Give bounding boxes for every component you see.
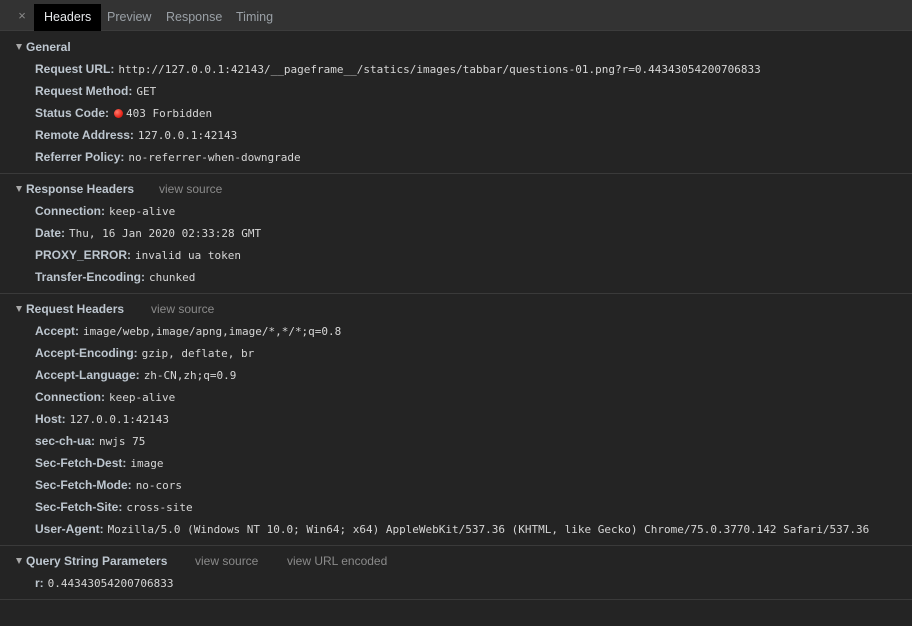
header-row: Connection: keep-alive	[0, 386, 912, 408]
header-value: Thu, 16 Jan 2020 02:33:28 GMT	[69, 227, 262, 240]
collapse-triangle-icon[interactable]	[16, 306, 22, 312]
header-row: Accept-Encoding: gzip, deflate, br	[0, 342, 912, 364]
query-params-header[interactable]: Query String Parameters view source view…	[0, 550, 912, 572]
section-title: General	[26, 40, 71, 54]
header-key: Request URL:	[35, 62, 115, 76]
header-value: GET	[136, 85, 157, 98]
header-value: invalid ua token	[135, 249, 241, 262]
header-key: Request Method:	[35, 84, 133, 98]
view-source-link[interactable]: view source	[159, 178, 222, 200]
collapse-triangle-icon[interactable]	[16, 44, 22, 50]
view-source-link[interactable]: view source	[151, 298, 214, 320]
section-title: Query String Parameters	[26, 554, 168, 568]
header-row: Sec-Fetch-Mode: no-cors	[0, 474, 912, 496]
headers-panel: General Request URL: http://127.0.0.1:421…	[0, 31, 912, 600]
header-row: PROXY_ERROR: invalid ua token	[0, 244, 912, 266]
request-headers-header[interactable]: Request Headers view source	[0, 298, 912, 320]
section-title: Response Headers	[26, 182, 135, 196]
header-key: Accept-Encoding:	[35, 346, 138, 360]
header-value: keep-alive	[109, 205, 176, 218]
header-row: Status Code: 403 Forbidden	[0, 102, 912, 124]
header-row: Connection: keep-alive	[0, 200, 912, 222]
header-key: Status Code:	[35, 106, 110, 120]
tab-preview[interactable]: Preview	[97, 4, 161, 31]
tab-headers[interactable]: Headers	[34, 4, 102, 31]
header-value: gzip, deflate, br	[141, 347, 255, 360]
header-value: keep-alive	[109, 391, 176, 404]
header-value: 127.0.0.1:42143	[69, 413, 170, 426]
header-value: 403 Forbidden	[126, 107, 213, 120]
view-url-encoded-link[interactable]: view URL encoded	[287, 550, 387, 572]
header-value: image/webp,image/apng,image/*,*/*;q=0.8	[83, 325, 342, 338]
header-row: sec-ch-ua: nwjs 75	[0, 430, 912, 452]
header-key: Transfer-Encoding:	[35, 270, 146, 284]
header-key: sec-ch-ua:	[35, 434, 96, 448]
header-key: User-Agent:	[35, 522, 104, 536]
header-row: Accept-Language: zh-CN,zh;q=0.9	[0, 364, 912, 386]
header-key: Referrer Policy:	[35, 150, 125, 164]
general-header[interactable]: General	[0, 36, 912, 58]
header-row: Request Method: GET	[0, 80, 912, 102]
view-source-link[interactable]: view source	[195, 550, 258, 572]
header-key: Connection:	[35, 390, 105, 404]
header-value: no-referrer-when-downgrade	[128, 151, 301, 164]
tab-timing[interactable]: Timing	[226, 4, 283, 31]
header-value: 127.0.0.1:42143	[137, 129, 238, 142]
param-key: r:	[35, 576, 44, 590]
header-value: Mozilla/5.0 (Windows NT 10.0; Win64; x64…	[107, 523, 870, 536]
response-headers-section: Response Headers view source Connection:…	[0, 174, 912, 294]
header-key: PROXY_ERROR:	[35, 248, 132, 262]
request-headers-section: Request Headers view source Accept: image…	[0, 294, 912, 546]
header-row: Host: 127.0.0.1:42143	[0, 408, 912, 430]
header-row: Request URL: http://127.0.0.1:42143/__pag…	[0, 58, 912, 80]
header-value: http://127.0.0.1:42143/__pageframe__/sta…	[118, 63, 761, 76]
header-value: no-cors	[135, 479, 183, 492]
header-key: Sec-Fetch-Dest:	[35, 456, 127, 470]
header-value: chunked	[149, 271, 196, 284]
header-value: nwjs 75	[99, 435, 146, 448]
query-param-row: r: 0.44343054200706833	[0, 572, 912, 594]
header-row: Accept: image/webp,image/apng,image/*,*/*…	[0, 320, 912, 342]
query-params-section: Query String Parameters view source view…	[0, 546, 912, 600]
header-key: Accept-Language:	[35, 368, 140, 382]
header-key: Accept:	[35, 324, 80, 338]
header-key: Sec-Fetch-Mode:	[35, 478, 132, 492]
header-key: Connection:	[35, 204, 105, 218]
collapse-triangle-icon[interactable]	[16, 558, 22, 564]
response-headers-header[interactable]: Response Headers view source	[0, 178, 912, 200]
header-row: Transfer-Encoding: chunked	[0, 266, 912, 288]
status-error-icon	[114, 109, 124, 118]
close-icon[interactable]: ×	[14, 8, 30, 24]
header-row: Referrer Policy: no-referrer-when-downgra…	[0, 146, 912, 168]
header-value: zh-CN,zh;q=0.9	[143, 369, 237, 382]
header-key: Date:	[35, 226, 66, 240]
header-key: Sec-Fetch-Site:	[35, 500, 123, 514]
header-value: image	[130, 457, 164, 470]
param-value: 0.44343054200706833	[47, 577, 174, 590]
header-row: Sec-Fetch-Dest: image	[0, 452, 912, 474]
header-key: Host:	[35, 412, 66, 426]
tab-bar: × Headers Preview Response Timing	[0, 0, 912, 31]
header-key: Remote Address:	[35, 128, 134, 142]
tab-response[interactable]: Response	[156, 4, 232, 31]
general-section: General Request URL: http://127.0.0.1:421…	[0, 31, 912, 174]
header-value: cross-site	[126, 501, 193, 514]
header-row: User-Agent: Mozilla/5.0 (Windows NT 10.0;…	[0, 518, 912, 540]
header-row: Sec-Fetch-Site: cross-site	[0, 496, 912, 518]
header-row: Date: Thu, 16 Jan 2020 02:33:28 GMT	[0, 222, 912, 244]
section-title: Request Headers	[26, 302, 125, 316]
header-row: Remote Address: 127.0.0.1:42143	[0, 124, 912, 146]
collapse-triangle-icon[interactable]	[16, 186, 22, 192]
